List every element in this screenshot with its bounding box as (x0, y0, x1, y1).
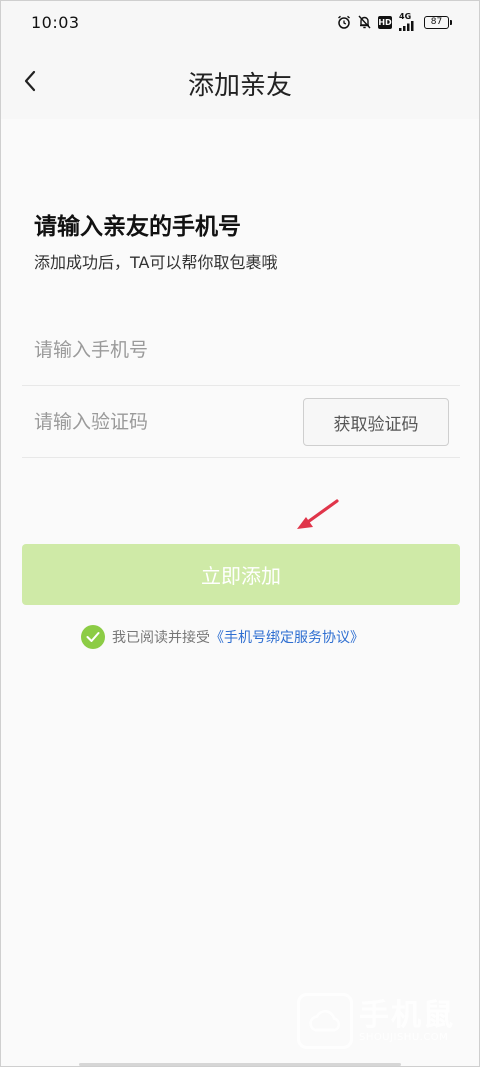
watermark-logo-icon (297, 993, 353, 1049)
battery-level: 87 (430, 17, 443, 27)
network-type: 4G (399, 12, 412, 21)
alarm-icon (337, 15, 351, 29)
app-header: 添加亲友 (1, 43, 479, 119)
phone-field-row (22, 313, 460, 386)
watermark-title: 手机鼠 (359, 998, 455, 1033)
home-indicator[interactable] (79, 1063, 401, 1066)
agreement-checkbox[interactable] (81, 625, 105, 649)
battery-icon: 87 (424, 15, 452, 29)
agreement-text: 我已阅读并接受 (112, 630, 210, 646)
hd-badge: HD (378, 15, 392, 29)
checkmark-icon (86, 632, 100, 642)
main-content: 请输入亲友的手机号 添加成功后，TA可以帮你取包裹哦 获取验证码 立即添加 我已… (1, 119, 479, 1066)
code-field-row: 获取验证码 (22, 385, 460, 458)
add-now-button[interactable]: 立即添加 (22, 544, 460, 605)
annotation-arrow-icon (297, 499, 339, 529)
agreement-link[interactable]: 《手机号绑定服务协议》 (210, 627, 364, 647)
watermark-text: 手机鼠 SHOUJISHU.COM (359, 999, 455, 1043)
verification-code-input[interactable] (34, 405, 284, 439)
phone-input[interactable] (34, 333, 284, 367)
status-bar: 10:03 HD 4G 87 (1, 1, 479, 43)
status-time: 10:03 (31, 12, 80, 32)
get-code-button[interactable]: 获取验证码 (303, 398, 449, 446)
page-title: 添加亲友 (187, 71, 292, 101)
watermark: 手机鼠 SHOUJISHU.COM (297, 989, 467, 1053)
form-subheading: 添加成功后，TA可以帮你取包裹哦 (34, 253, 278, 272)
form-heading: 请输入亲友的手机号 (34, 214, 241, 240)
signal-icon: 4G (399, 13, 415, 31)
agreement-row: 我已阅读并接受 《手机号绑定服务协议》 (81, 624, 364, 650)
watermark-url: SHOUJISHU.COM (359, 1032, 449, 1043)
bell-muted-icon (358, 15, 371, 29)
status-icons: HD 4G 87 (337, 13, 452, 31)
